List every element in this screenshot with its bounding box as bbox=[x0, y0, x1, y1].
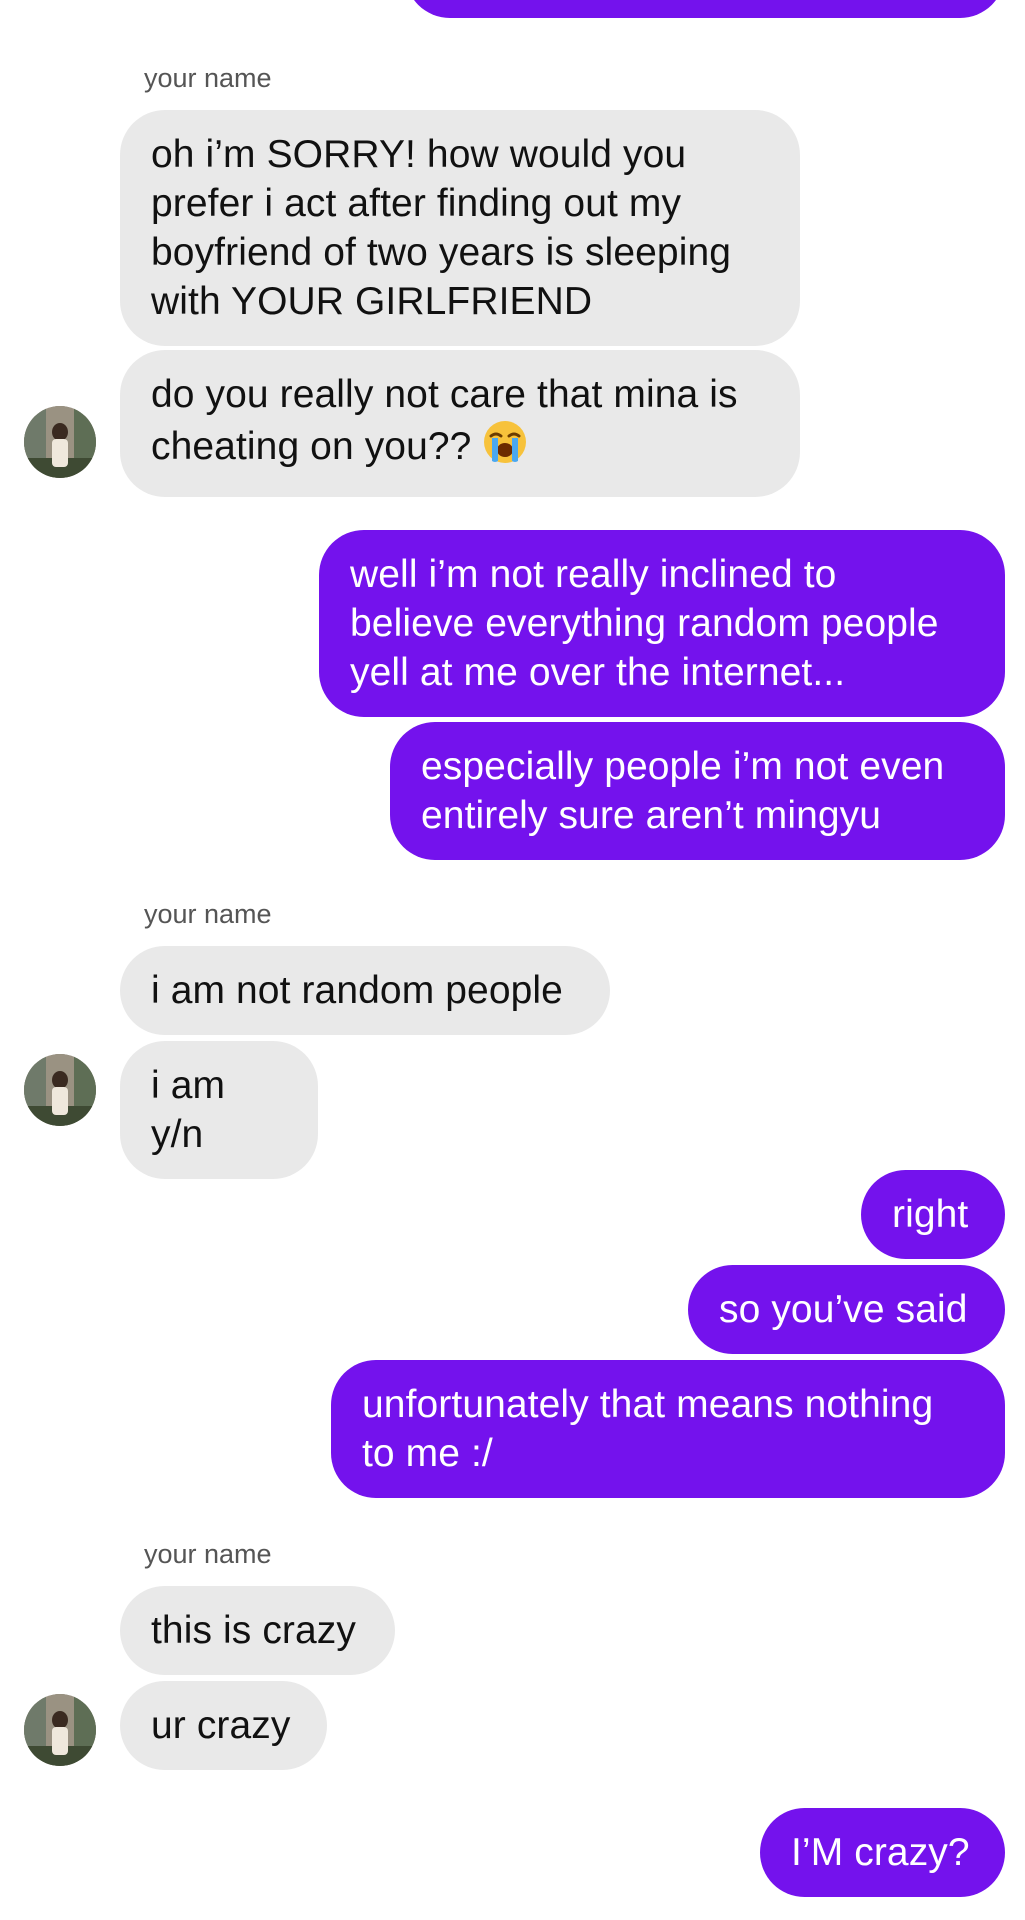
message-text: do you really not care that mina is chea… bbox=[151, 373, 738, 468]
message-bubble-outgoing[interactable]: well i’m not really inclined to believe … bbox=[319, 530, 1005, 717]
message-bubble-incoming[interactable]: i am not random people bbox=[120, 946, 610, 1035]
loudly-crying-face-icon bbox=[482, 419, 528, 477]
message-bubble-outgoing-partial[interactable] bbox=[405, 0, 1005, 18]
contact-avatar[interactable] bbox=[24, 1054, 96, 1126]
message-bubble-outgoing[interactable]: I’M crazy? bbox=[760, 1808, 1005, 1897]
contact-avatar[interactable] bbox=[24, 1694, 96, 1766]
message-thread[interactable]: your name oh i’m SORRY! how would you pr… bbox=[0, 0, 1025, 1920]
message-bubble-incoming[interactable]: i am y/n bbox=[120, 1041, 318, 1179]
sender-name-label: your name bbox=[144, 1539, 272, 1569]
message-bubble-outgoing[interactable]: right bbox=[861, 1170, 1005, 1259]
message-bubble-outgoing[interactable]: unfortunately that means nothing to me :… bbox=[331, 1360, 1005, 1498]
sender-name-label: your name bbox=[144, 899, 272, 929]
contact-avatar[interactable] bbox=[24, 406, 96, 478]
message-bubble-incoming[interactable]: do you really not care that mina is chea… bbox=[120, 350, 800, 497]
message-bubble-outgoing[interactable]: especially people i’m not even entirely … bbox=[390, 722, 1005, 860]
message-bubble-incoming[interactable]: oh i’m SORRY! how would you prefer i act… bbox=[120, 110, 800, 346]
message-bubble-incoming[interactable]: ur crazy bbox=[120, 1681, 327, 1770]
sender-name-label: your name bbox=[144, 63, 272, 93]
message-bubble-outgoing[interactable]: so you’ve said bbox=[688, 1265, 1005, 1354]
message-bubble-incoming[interactable]: this is crazy bbox=[120, 1586, 395, 1675]
